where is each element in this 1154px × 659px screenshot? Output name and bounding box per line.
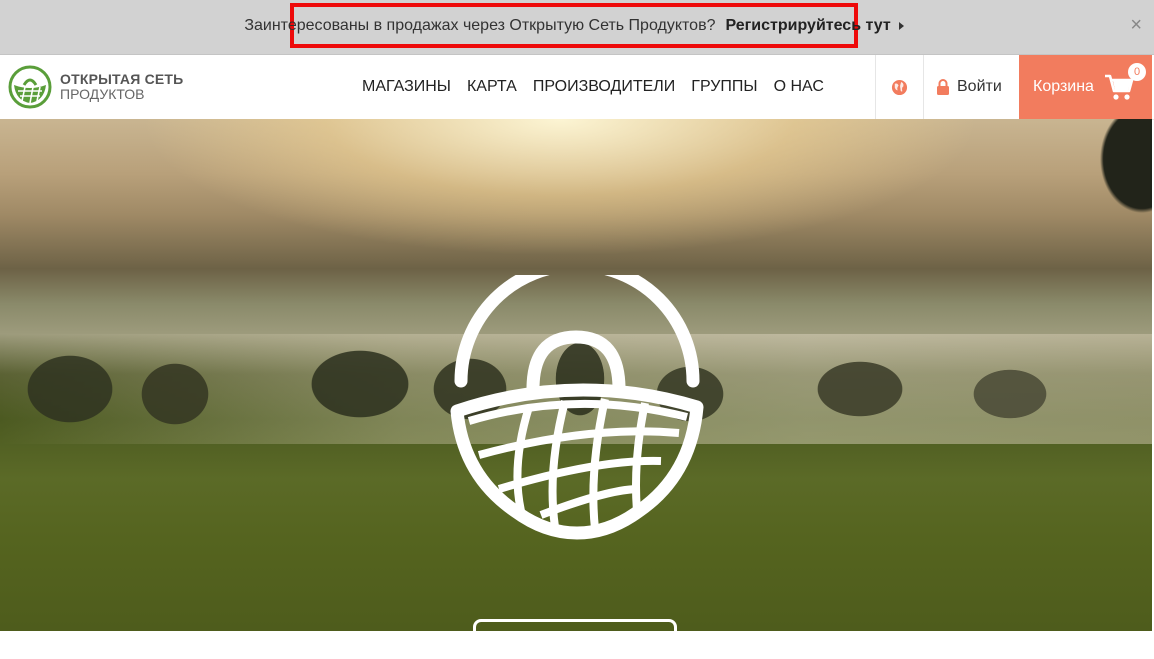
menu-item-producers[interactable]: ПРОИЗВОДИТЕЛИ [533,78,675,96]
menu-item-shops[interactable]: МАГАЗИНЫ [362,78,451,96]
logo-text-line2: ПРОДУКТОВ [60,86,145,102]
announcement-link[interactable]: Заинтересованы в продажах через Открытую… [244,3,904,48]
globe-icon [891,79,908,95]
register-link[interactable]: Регистрируйтесь тут [725,16,904,35]
cart-label: Корзина [1033,78,1094,95]
basket-icon [450,275,704,540]
login-button[interactable]: Войти [936,55,1002,119]
lock-icon [937,79,949,95]
announcement-bar: Заинтересованы в продажах через Открытую… [0,0,1154,55]
announcement-question: Заинтересованы в продажах через Открытую… [244,16,716,34]
language-button[interactable] [875,55,924,119]
hero-cta-button[interactable] [473,619,677,659]
hero-section [0,119,1152,659]
register-link-label: Регистрируйтесь тут [725,16,891,34]
main-menu: МАГАЗИНЫ КАРТА ПРОИЗВОДИТЕЛИ ГРУППЫ О НА… [362,55,824,119]
close-icon[interactable]: × [1130,14,1142,37]
hero-tree-right [1072,119,1152,289]
basket-logo-icon [8,65,52,109]
cart-button[interactable]: Корзина 0 [1019,55,1152,119]
login-label: Войти [957,78,1002,95]
menu-item-about[interactable]: О НАС [774,78,824,96]
logo-text-line1: ОТКРЫТАЯ СЕТЬ [60,71,184,87]
caret-right-icon [898,21,904,30]
site-logo[interactable]: ОТКРЫТАЯ СЕТЬ ПРОДУКТОВ [8,65,183,109]
menu-item-groups[interactable]: ГРУППЫ [691,78,757,96]
menu-item-map[interactable]: КАРТА [467,78,517,96]
cart-count-badge: 0 [1128,63,1146,81]
top-navbar: ОТКРЫТАЯ СЕТЬ ПРОДУКТОВ МАГАЗИНЫ КАРТА П… [0,55,1154,120]
